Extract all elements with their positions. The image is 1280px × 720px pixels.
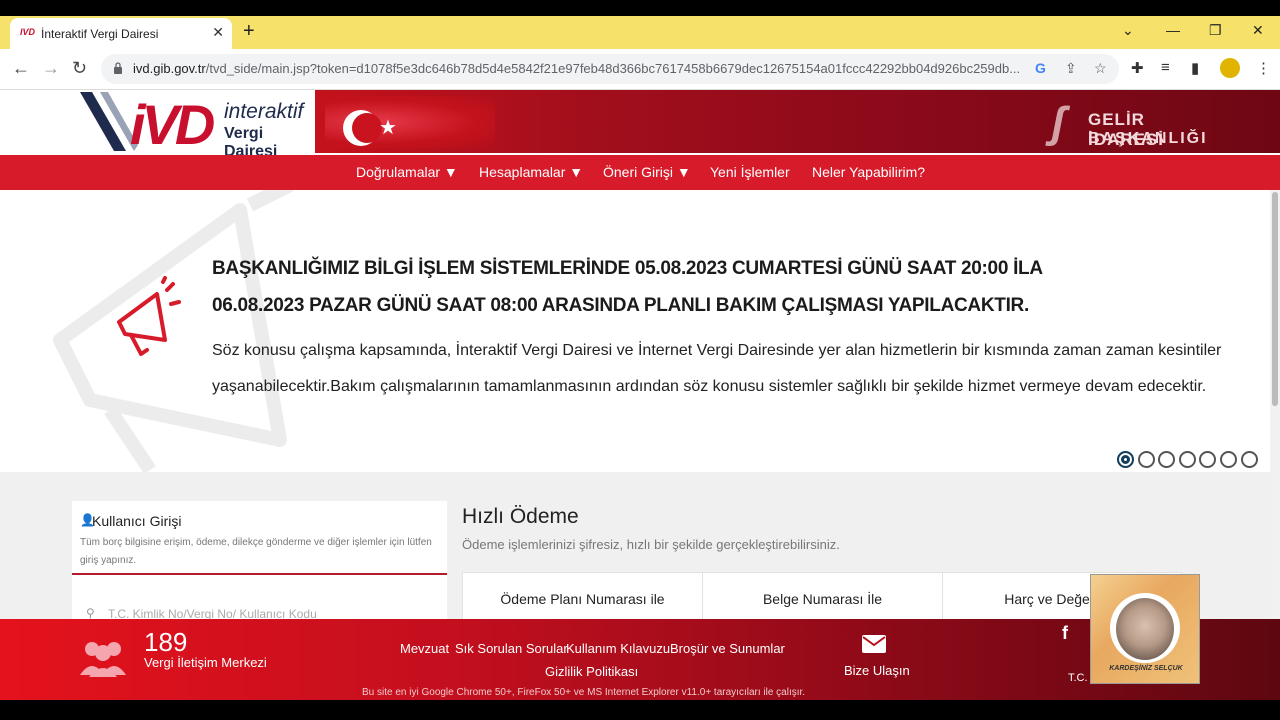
mail-icon[interactable]: [862, 635, 886, 653]
menu-oneri-girisi[interactable]: Öneri Girişi ▼: [603, 164, 691, 180]
logo-title-line1: interaktif: [224, 100, 304, 123]
web-page: iVD interaktif Vergi Dairesi ★ ʃ GELİR İ…: [0, 90, 1280, 700]
tab-close-icon[interactable]: ✕: [212, 24, 224, 41]
slide-dot-5[interactable]: [1199, 451, 1217, 468]
menu-neler-yapabilirim[interactable]: Neler Yapabilirim?: [812, 164, 925, 180]
login-header: 👤 Kullanıcı Girişi Tüm borç bilgisine er…: [72, 501, 447, 575]
footer-link-mevzuat[interactable]: Mevzuat: [400, 641, 449, 656]
ivd-logo[interactable]: iVD interaktif Vergi Dairesi: [78, 90, 315, 160]
browser-window: { "browser": { "tab_title": "İnteraktif …: [0, 0, 1280, 720]
webcam-overlay: KARDEŞİNİZ SELÇUK: [1090, 574, 1200, 684]
bookmark-star-icon[interactable]: ☆: [1094, 60, 1107, 77]
footer-link-faq[interactable]: Sık Sorulan Sorular: [455, 641, 568, 656]
slide-dot-4[interactable]: [1178, 451, 1196, 468]
gib-logo[interactable]: ʃ GELİR İDARESİ BAŞKANLIĞI: [1051, 98, 1211, 149]
user-field-icon: ⚲: [86, 606, 95, 620]
new-tab-icon[interactable]: +: [243, 21, 255, 41]
ivd-favicon-icon: IVD: [20, 27, 36, 37]
minimize-icon[interactable]: —: [1166, 22, 1180, 38]
megaphone-icon: [53, 190, 294, 472]
webcam-caption: KARDEŞİNİZ SELÇUK: [1109, 665, 1183, 672]
side-panel-icon[interactable]: ▮: [1191, 59, 1199, 77]
contact-us-link[interactable]: Bize Ulaşın: [844, 663, 910, 678]
login-title: Kullanıcı Girişi: [92, 513, 182, 529]
quick-payment-subtitle: Ödeme işlemlerinizi şifresiz, hızlı bir …: [462, 537, 840, 552]
presenter-photo: [1116, 598, 1174, 660]
share-icon[interactable]: ⇪: [1065, 60, 1077, 77]
close-window-icon[interactable]: ✕: [1252, 22, 1264, 39]
header-banner: ★ ʃ GELİR İDARESİ BAŞKANLIĞI: [315, 90, 1280, 153]
site-footer: 189 Vergi İletişim Merkezi Mevzuat Sık S…: [0, 619, 1280, 700]
site-header: iVD interaktif Vergi Dairesi ★ ʃ GELİR İ…: [0, 90, 1280, 160]
back-icon[interactable]: ←: [12, 58, 30, 79]
footer-link-privacy[interactable]: Gizlilik Politikası: [545, 664, 638, 679]
slide-dot-1[interactable]: [1117, 451, 1134, 468]
address-bar[interactable]: ivd.gib.gov.tr/tvd_side/main.jsp?token=d…: [101, 54, 1119, 84]
scrollbar-thumb[interactable]: [1272, 192, 1278, 406]
star-icon: ★: [379, 117, 397, 139]
profile-avatar[interactable]: [1220, 58, 1240, 78]
reload-icon[interactable]: ↻: [72, 58, 87, 79]
slider-pagination: [1117, 451, 1261, 473]
logo-slash-mark: [80, 92, 138, 151]
facebook-icon[interactable]: f: [1062, 623, 1068, 644]
restore-icon[interactable]: ❐: [1209, 22, 1222, 39]
slide-dot-6[interactable]: [1219, 451, 1237, 468]
quick-payment-title: Hızlı Ödeme: [462, 505, 579, 528]
menu-yeni-islemler[interactable]: Yeni İşlemler: [710, 164, 790, 180]
main-menu: Doğrulamalar ▼ Hesaplamalar ▼ Öneri Giri…: [0, 155, 1280, 190]
slide-dot-7[interactable]: [1240, 451, 1258, 468]
login-description: Tüm borç bilgisine erişim, ödeme, dilekç…: [80, 537, 432, 566]
url-text: ivd.gib.gov.tr/tvd_side/main.jsp?token=d…: [133, 61, 1021, 76]
browser-tab[interactable]: IVD İnteraktif Vergi Dairesi ✕: [10, 18, 232, 49]
call-center-icon: [80, 642, 126, 677]
gib-logo-line2: BAŞKANLIĞI: [1088, 130, 1208, 147]
gib-mark-icon: ʃ: [1051, 98, 1066, 147]
menu-dogrulamalar[interactable]: Doğrulamalar ▼: [356, 164, 458, 180]
tab-title: İnteraktif Vergi Dairesi: [41, 27, 159, 41]
footer-tc-text: T.C.: [1068, 672, 1088, 684]
footer-link-brochures[interactable]: Broşür ve Sunumlar: [670, 641, 785, 656]
media-control-icon[interactable]: ≡: [1161, 59, 1170, 76]
tab-search-icon[interactable]: ⌄: [1122, 22, 1134, 39]
forward-icon[interactable]: →: [42, 58, 60, 79]
menu-kebab-icon[interactable]: ⋮: [1256, 59, 1271, 77]
menu-hesaplamalar[interactable]: Hesaplamalar ▼: [479, 164, 583, 180]
announcement-slider: BAŞKANLIĞIMIZ BİLGİ İŞLEM SİSTEMLERİNDE …: [0, 190, 1270, 472]
slide-dot-2[interactable]: [1137, 451, 1155, 468]
announcement-body-line2: yaşanabilecektir.Bakım çalışmalarının ta…: [212, 378, 1207, 395]
browser-support-note: Bu site en iyi Google Chrome 50+, FireFo…: [362, 687, 806, 698]
turkish-flag-image: ★: [325, 96, 495, 148]
extensions-icon[interactable]: ✚: [1131, 59, 1144, 77]
footer-link-guide[interactable]: Kullanım Kılavuzu: [566, 641, 670, 656]
logo-letters: iVD: [130, 93, 215, 156]
google-lens-icon[interactable]: G: [1035, 60, 1046, 76]
call-number[interactable]: 189: [144, 627, 187, 658]
browser-toolbar: ← → ↻ ivd.gib.gov.tr/tvd_side/main.jsp?t…: [0, 49, 1280, 90]
announcement-body-line1: Söz konusu çalışma kapsamında, İnterakti…: [212, 342, 1222, 359]
lock-icon: [114, 62, 122, 74]
tab-strip: IVD İnteraktif Vergi Dairesi ✕ + ⌄ — ❐ ✕: [0, 16, 1280, 49]
call-center-label[interactable]: Vergi İletişim Merkezi: [144, 655, 267, 670]
slide-dot-3[interactable]: [1158, 451, 1176, 468]
announcement-title-line2: 06.08.2023 PAZAR GÜNÜ SAAT 08:00 ARASIND…: [212, 295, 1029, 316]
announcement-title-line1: BAŞKANLIĞIMIZ BİLGİ İŞLEM SİSTEMLERİNDE …: [212, 258, 1043, 279]
